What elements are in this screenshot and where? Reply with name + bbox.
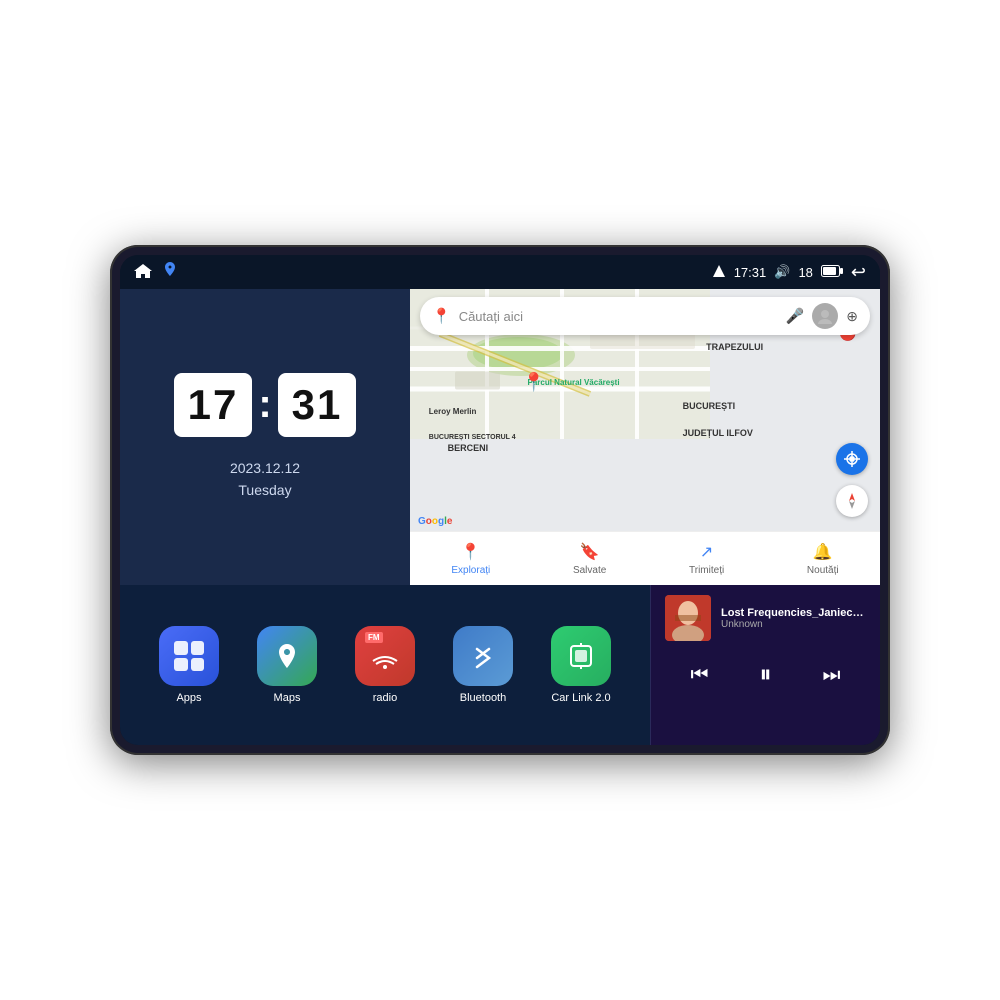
- radio-waves-icon: [371, 651, 399, 671]
- map-nav-noutati[interactable]: 🔔 Noutăți: [807, 542, 839, 576]
- bluetooth-symbol-icon: [472, 641, 494, 671]
- map-park-pin: 📍: [523, 372, 545, 393]
- app-launcher: Apps Maps FM: [120, 585, 650, 745]
- apps-grid-icon: [174, 641, 204, 671]
- apps-icon-bg: [159, 626, 219, 686]
- back-icon[interactable]: ↩: [851, 262, 866, 283]
- map-nav-trimiteti[interactable]: ↗ Trimiteți: [689, 542, 724, 576]
- carlink-icon: [566, 641, 596, 671]
- music-artist: Unknown: [721, 619, 866, 630]
- status-right: 17:31 🔊 18 ↩: [712, 262, 866, 283]
- map-label-bucuresti: BUCUREȘTI: [683, 401, 736, 411]
- bottom-section: Apps Maps FM: [120, 585, 880, 745]
- apps-label: Apps: [176, 692, 201, 704]
- radio-label: radio: [373, 692, 397, 704]
- next-button[interactable]: ⏭: [813, 658, 851, 693]
- volume-icon: 🔊: [774, 264, 790, 280]
- news-icon: 🔔: [813, 542, 833, 562]
- map-bottom-bar: 📍 Explorați 🔖 Salvate ↗ Trimiteți 🔔: [410, 531, 880, 585]
- google-logo: Google: [418, 516, 452, 527]
- mic-icon[interactable]: 🎤: [786, 307, 805, 325]
- map-layers-icon[interactable]: ⊕: [846, 308, 858, 325]
- music-info: Lost Frequencies_Janieck Devy-... Unknow…: [665, 595, 866, 641]
- date-text: 2023.12.12: [230, 457, 300, 479]
- play-pause-button[interactable]: ⏸: [750, 655, 782, 695]
- radio-icon-bg: FM: [355, 626, 415, 686]
- user-avatar[interactable]: [812, 303, 838, 329]
- music-thumbnail: [665, 595, 711, 641]
- app-item-maps[interactable]: Maps: [257, 626, 317, 704]
- bluetooth-icon-bg: [453, 626, 513, 686]
- carlink-label: Car Link 2.0: [551, 692, 610, 704]
- home-icon[interactable]: [134, 264, 152, 281]
- news-label: Noutăți: [807, 565, 839, 576]
- screen: 17:31 🔊 18 ↩ 17: [120, 255, 880, 745]
- app-item-carlink[interactable]: Car Link 2.0: [551, 626, 611, 704]
- carlink-icon-bg: [551, 626, 611, 686]
- clock-hours: 17: [174, 373, 253, 437]
- my-location-button[interactable]: [836, 443, 868, 475]
- map-label-leroy: Leroy Merlin: [429, 407, 477, 416]
- compass-button[interactable]: [836, 485, 868, 517]
- day-text: Tuesday: [230, 479, 300, 501]
- maps-label: Maps: [274, 692, 301, 704]
- prev-button[interactable]: ⏮: [681, 658, 719, 693]
- volume-level: 18: [798, 265, 812, 280]
- app-item-radio[interactable]: FM radio: [355, 626, 415, 704]
- map-label-trapezului: TRAPEZULUI: [706, 342, 763, 352]
- map-label-ilfov: JUDEȚUL ILFOV: [683, 428, 753, 438]
- music-title: Lost Frequencies_Janieck Devy-...: [721, 607, 866, 619]
- saved-icon: 🔖: [580, 542, 600, 562]
- share-icon: ↗: [700, 542, 713, 562]
- music-controls: ⏮ ⏸ ⏭: [665, 655, 866, 695]
- bluetooth-label: Bluetooth: [460, 692, 506, 704]
- battery-icon: [821, 265, 843, 280]
- maps-icon-bg: [257, 626, 317, 686]
- map-nav-exploreaza[interactable]: 📍 Explorați: [451, 542, 490, 576]
- app-item-bluetooth[interactable]: Bluetooth: [453, 626, 513, 704]
- music-meta: Lost Frequencies_Janieck Devy-... Unknow…: [721, 607, 866, 630]
- main-content: 17 : 31 2023.12.12 Tuesday: [120, 289, 880, 745]
- clock-display: 17 : 31: [174, 373, 357, 437]
- map-search-bar[interactable]: 📍 Căutați aici 🎤 ⊕: [420, 297, 870, 335]
- saved-label: Salvate: [573, 565, 606, 576]
- maps-pin-icon: 📍: [432, 307, 451, 325]
- status-left: [134, 262, 178, 283]
- app-item-apps[interactable]: Apps: [159, 626, 219, 704]
- map-label-berceni: BERCENI: [448, 443, 489, 453]
- map-label-sector4: BUCUREȘTI SECTORUL 4: [429, 434, 516, 441]
- device: 17:31 🔊 18 ↩ 17: [110, 245, 890, 755]
- explore-label: Explorați: [451, 565, 490, 576]
- clock-panel: 17 : 31 2023.12.12 Tuesday: [120, 289, 410, 585]
- maps-shortcut-icon[interactable]: [162, 262, 178, 283]
- maps-app-icon: [272, 641, 302, 671]
- status-time: 17:31: [734, 265, 767, 280]
- music-player: Lost Frequencies_Janieck Devy-... Unknow…: [650, 585, 880, 745]
- clock-date: 2023.12.12 Tuesday: [230, 457, 300, 502]
- share-label: Trimiteți: [689, 565, 724, 576]
- map-panel[interactable]: TRAPEZULUI BUCUREȘTI JUDEȚUL ILFOV BERCE…: [410, 289, 880, 585]
- explore-icon: 📍: [461, 542, 481, 562]
- top-section: 17 : 31 2023.12.12 Tuesday: [120, 289, 880, 585]
- status-bar: 17:31 🔊 18 ↩: [120, 255, 880, 289]
- map-search-text[interactable]: Căutați aici: [459, 309, 778, 324]
- map-nav-salvate[interactable]: 🔖 Salvate: [573, 542, 606, 576]
- clock-colon: :: [258, 382, 271, 427]
- signal-icon: [712, 264, 726, 281]
- clock-minutes: 31: [278, 373, 357, 437]
